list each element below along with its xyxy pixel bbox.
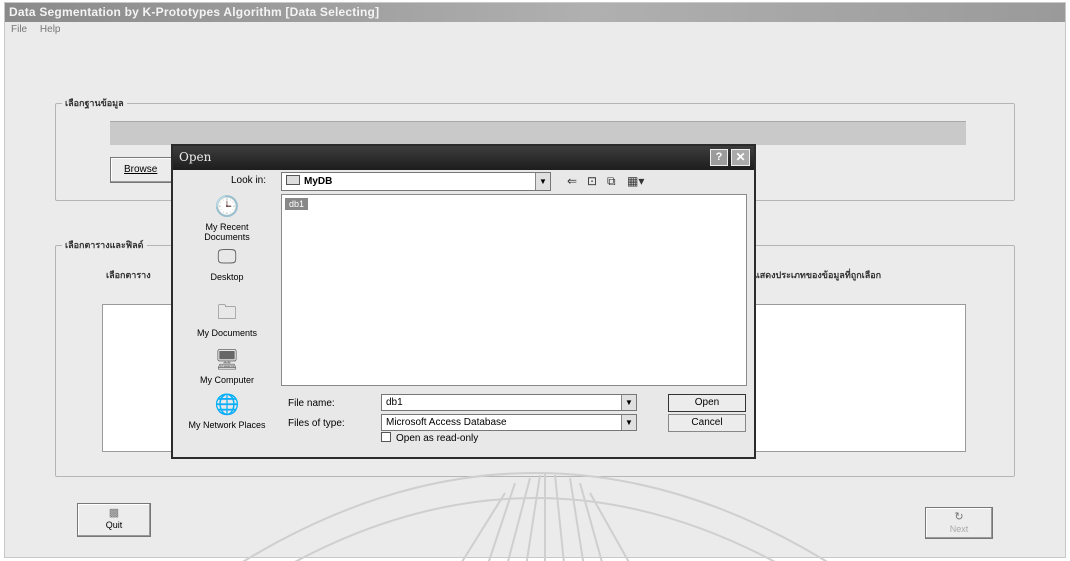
- chevron-down-icon[interactable]: ▼: [535, 173, 550, 190]
- file-name-input[interactable]: db1 ▼: [381, 394, 637, 411]
- new-folder-icon[interactable]: ⧉: [607, 174, 616, 188]
- place-label: My Computer: [199, 375, 254, 385]
- file-type-value: Microsoft Access Database: [386, 417, 507, 428]
- database-group-label: เลือกฐานข้อมูล: [62, 97, 127, 109]
- lookin-value: MyDB: [304, 176, 333, 187]
- next-icon: ↻: [954, 511, 964, 523]
- network-places-icon: 🌐: [214, 394, 240, 416]
- readonly-label: Open as read-only: [396, 433, 479, 444]
- place-label: My Recent Documents: [204, 222, 250, 242]
- menu-bar: File Help: [5, 22, 1065, 38]
- desktop-icon: 🖵: [217, 246, 237, 268]
- database-path-field: [110, 121, 966, 145]
- my-computer-icon: 🖥: [214, 349, 240, 371]
- file-item[interactable]: db1: [285, 198, 309, 210]
- selected-fields-label: แสดงประเภทของข้อมูลที่ถูกเลือก: [754, 270, 882, 280]
- place-my-recent-documents[interactable]: 🕒 My Recent Documents: [185, 194, 269, 242]
- table-list-label: เลือกตาราง: [106, 270, 151, 280]
- menu-help[interactable]: Help: [40, 24, 61, 35]
- checkbox-box[interactable]: [381, 432, 391, 443]
- lookin-dropdown[interactable]: MyDB ▼: [281, 172, 551, 191]
- file-list[interactable]: db1: [281, 194, 747, 386]
- place-label: My Documents: [196, 328, 258, 338]
- back-icon[interactable]: ⇐: [567, 174, 577, 188]
- file-name-value: db1: [386, 397, 403, 408]
- recent-documents-icon: 🕒: [214, 196, 240, 218]
- menu-file[interactable]: File: [11, 24, 27, 35]
- quit-label: Quit: [105, 520, 123, 530]
- help-icon[interactable]: ?: [710, 149, 728, 166]
- selected-fields-listbox[interactable]: [752, 304, 966, 452]
- chevron-down-icon[interactable]: ▼: [621, 395, 636, 410]
- quit-button[interactable]: ▩ Quit: [77, 503, 151, 537]
- places-bar: 🕒 My Recent Documents 🖵 Desktop 🗀 My Doc…: [185, 194, 269, 456]
- window-title: Data Segmentation by K-Prototypes Algori…: [5, 3, 1065, 22]
- open-button[interactable]: Open: [668, 394, 746, 412]
- file-type-select[interactable]: Microsoft Access Database ▼: [381, 414, 637, 431]
- place-desktop[interactable]: 🖵 Desktop: [185, 244, 269, 282]
- next-label: Next: [949, 524, 969, 534]
- table-group-label: เลือกตารางและฟิลด์: [62, 239, 147, 251]
- place-my-computer[interactable]: 🖥 My Computer: [185, 347, 269, 385]
- next-button[interactable]: ↻ Next: [925, 507, 993, 539]
- cancel-button[interactable]: Cancel: [668, 414, 746, 432]
- readonly-checkbox[interactable]: Open as read-only: [381, 432, 479, 445]
- place-my-network-places[interactable]: 🌐 My Network Places: [185, 392, 269, 430]
- view-menu-icon[interactable]: ▦▾: [627, 174, 644, 188]
- chevron-down-icon[interactable]: ▼: [621, 415, 636, 430]
- lookin-label: Look in:: [231, 175, 267, 186]
- open-file-dialog: Open ? ✕ Look in: MyDB ▼ ⇐ ⊡ ⧉ ▦▾ 🕒 My R…: [171, 144, 756, 459]
- place-my-documents[interactable]: 🗀 My Documents: [185, 300, 269, 338]
- up-folder-icon[interactable]: ⊡: [587, 174, 597, 188]
- file-name-label: File name:: [288, 398, 335, 409]
- folder-icon: [286, 175, 300, 186]
- exit-icon: ▩: [108, 507, 120, 519]
- close-icon[interactable]: ✕: [731, 149, 750, 166]
- dialog-title: Open: [173, 146, 754, 170]
- browse-label: Browse: [124, 164, 158, 175]
- place-label: Desktop: [210, 272, 244, 282]
- file-type-label: Files of type:: [288, 418, 345, 429]
- place-label: My Network Places: [188, 420, 266, 430]
- my-documents-icon: 🗀: [217, 302, 237, 324]
